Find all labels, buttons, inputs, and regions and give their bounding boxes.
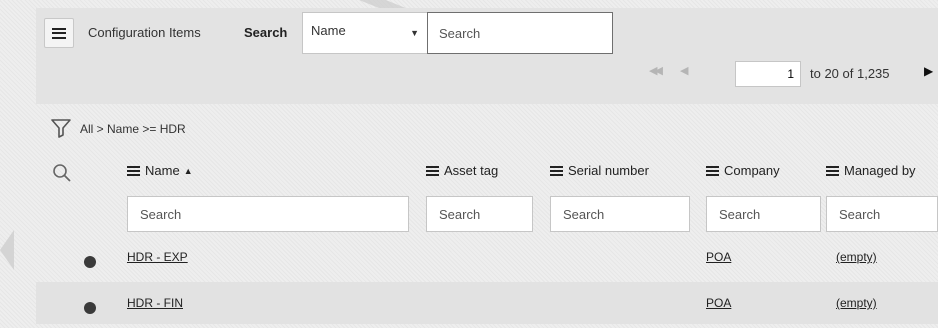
- sort-ascending-icon: ▲: [183, 166, 193, 176]
- column-header-name[interactable]: Name ▲: [127, 163, 193, 178]
- side-collapse-chevron-icon[interactable]: [0, 230, 14, 270]
- list-search-input[interactable]: [427, 12, 613, 54]
- column-menu-icon[interactable]: [706, 166, 719, 176]
- pager-range-text: to 20 of 1,235: [810, 66, 890, 81]
- managed-by-column-search[interactable]: [826, 196, 938, 232]
- company-link[interactable]: POA: [706, 250, 731, 264]
- hamburger-icon: [52, 27, 66, 39]
- column-menu-icon[interactable]: [826, 166, 839, 176]
- column-menu-icon[interactable]: [426, 166, 439, 176]
- record-name-link[interactable]: HDR - FIN: [127, 296, 183, 310]
- serial-number-column-search[interactable]: [550, 196, 690, 232]
- company-column-search[interactable]: [706, 196, 821, 232]
- table-row: HDR - FIN POA (empty): [36, 282, 938, 324]
- name-column-search[interactable]: [127, 196, 409, 232]
- search-field-select[interactable]: Name ▼: [302, 12, 428, 54]
- record-name-link[interactable]: HDR - EXP: [127, 250, 188, 264]
- status-dot-icon: [84, 256, 96, 268]
- asset-tag-column-search[interactable]: [426, 196, 533, 232]
- managed-by-link[interactable]: (empty): [836, 250, 877, 264]
- search-label: Search: [244, 25, 288, 40]
- column-header-managed-by[interactable]: Managed by: [826, 163, 916, 178]
- table-row: HDR - EXP POA (empty): [36, 236, 938, 278]
- column-header-serial-number[interactable]: Serial number: [550, 163, 649, 178]
- status-dot-icon: [84, 302, 96, 314]
- list-menu-button[interactable]: [44, 18, 74, 48]
- column-search-icon[interactable]: [51, 162, 73, 187]
- filter-icon[interactable]: [50, 117, 72, 142]
- column-menu-icon[interactable]: [550, 166, 563, 176]
- page-number-input[interactable]: [735, 61, 801, 87]
- search-field-select-value: Name: [311, 23, 346, 38]
- prev-page-icon[interactable]: ◀: [680, 64, 689, 77]
- next-page-icon[interactable]: ▶: [924, 64, 933, 78]
- column-header-company[interactable]: Company: [706, 163, 780, 178]
- managed-by-link[interactable]: (empty): [836, 296, 877, 310]
- list-title: Configuration Items: [88, 25, 201, 40]
- dropdown-arrow-icon: ▼: [410, 28, 419, 38]
- column-menu-icon[interactable]: [127, 166, 140, 176]
- company-link[interactable]: POA: [706, 296, 731, 310]
- column-header-asset-tag[interactable]: Asset tag: [426, 163, 498, 178]
- first-page-icon[interactable]: ◀◀: [649, 64, 663, 77]
- filter-breadcrumb[interactable]: All > Name >= HDR: [80, 122, 186, 136]
